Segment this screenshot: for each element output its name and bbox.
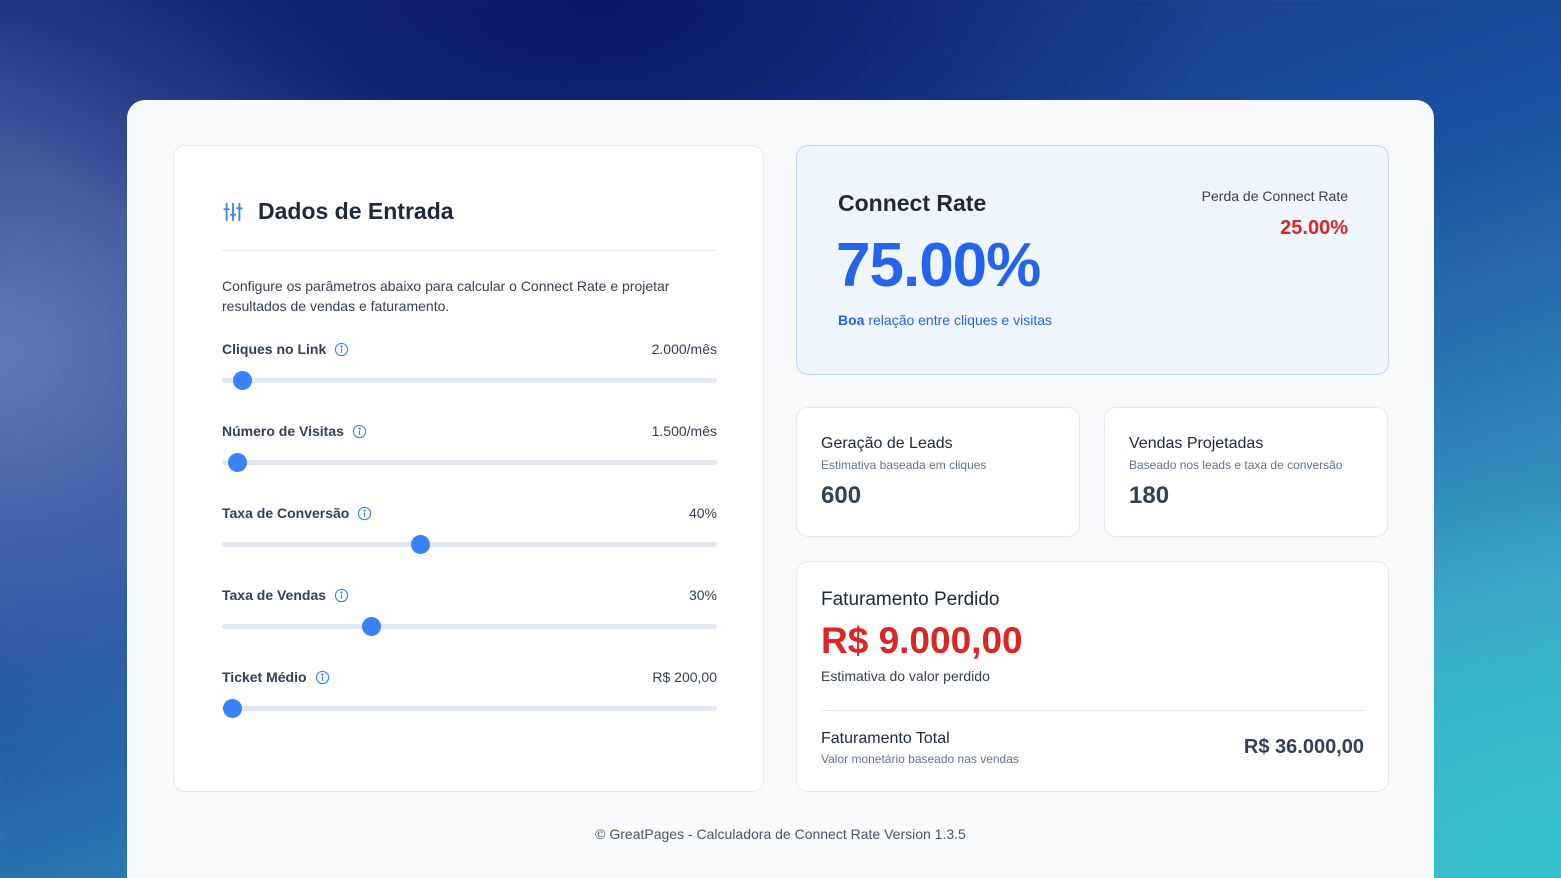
field-value: R$ 200,00 — [652, 669, 717, 685]
loss-label: Perda de Connect Rate — [1201, 188, 1348, 204]
input-description: Configure os parâmetros abaixo para calc… — [222, 278, 670, 314]
input-header: Dados de Entrada — [222, 198, 454, 225]
sliders-icon — [223, 202, 243, 221]
field-label: Número de Visitas — [222, 423, 344, 439]
connect-rate-title: Connect Rate — [838, 190, 987, 216]
field-ticket: Ticket Médio R$ 200,00 — [222, 669, 717, 729]
slider-thumb[interactable] — [227, 453, 247, 472]
calculator-card: Dados de Entrada Configure os parâmetros… — [127, 100, 1434, 878]
field-visitas: Número de Visitas 1.500/mês — [222, 423, 717, 483]
slider-thumb[interactable] — [232, 371, 252, 390]
leads-title: Geração de Leads — [821, 435, 953, 452]
slider-thumb[interactable] — [222, 699, 242, 718]
lost-revenue-title: Faturamento Perdido — [821, 589, 1000, 610]
field-vendas: Taxa de Vendas 30% — [222, 587, 717, 647]
info-icon[interactable] — [315, 670, 330, 685]
sales-title: Vendas Projetadas — [1129, 435, 1264, 452]
lost-revenue-value: R$ 9.000,00 — [821, 620, 1023, 661]
slider-thumb[interactable] — [411, 535, 430, 554]
connect-rate-value: 75.00% — [836, 231, 1041, 300]
total-revenue-subtitle: Valor monetário baseado nas vendas — [821, 752, 1019, 766]
slider-track[interactable] — [222, 378, 717, 383]
sales-panel: Vendas Projetadas Baseado nos leads e ta… — [1104, 407, 1388, 537]
field-value: 2.000/mês — [651, 341, 717, 357]
info-icon[interactable] — [357, 506, 372, 521]
field-value: 40% — [688, 505, 717, 521]
loss-value: 25.00% — [1280, 217, 1348, 239]
info-icon[interactable] — [334, 342, 349, 357]
leads-subtitle: Estimativa baseada em cliques — [821, 458, 987, 472]
input-panel: Dados de Entrada Configure os parâmetros… — [173, 145, 764, 792]
leads-value: 600 — [821, 482, 862, 509]
slider-track[interactable] — [222, 706, 717, 711]
leads-panel: Geração de Leads Estimativa baseada em c… — [796, 407, 1080, 537]
note-rest: relação entre cliques e visitas — [868, 312, 1052, 328]
total-revenue-value: R$ 36.000,00 — [1243, 736, 1364, 758]
field-cliques: Cliques no Link 2.000/mês — [222, 341, 717, 401]
field-value: 30% — [688, 587, 717, 603]
sales-subtitle: Baseado nos leads e taxa de conversão — [1129, 458, 1343, 472]
revenue-divider — [821, 710, 1364, 711]
header-divider — [222, 250, 715, 251]
connect-rate-note: Boa relação entre cliques e visitas — [838, 312, 1052, 328]
lost-revenue-subtitle: Estimativa do valor perdido — [821, 668, 990, 684]
slider-track[interactable] — [222, 542, 717, 547]
field-conversao: Taxa de Conversão 40% — [222, 505, 717, 565]
info-icon[interactable] — [334, 588, 349, 603]
info-icon[interactable] — [352, 424, 367, 439]
connect-rate-panel: Connect Rate 75.00% Boa relação entre cl… — [796, 145, 1389, 375]
field-label: Taxa de Conversão — [222, 505, 350, 521]
field-label: Ticket Médio — [222, 669, 307, 685]
note-strong: Boa — [838, 312, 865, 328]
sales-value: 180 — [1129, 482, 1170, 509]
field-label: Taxa de Vendas — [222, 587, 327, 603]
field-label: Cliques no Link — [222, 341, 327, 357]
slider-track[interactable] — [222, 460, 717, 465]
slider-thumb[interactable] — [361, 617, 381, 636]
field-value: 1.500/mês — [651, 423, 717, 439]
revenue-panel: Faturamento Perdido R$ 9.000,00 Estimati… — [796, 561, 1389, 792]
slider-track[interactable] — [222, 624, 717, 629]
input-title: Dados de Entrada — [258, 198, 454, 224]
total-revenue-title: Faturamento Total — [821, 730, 950, 747]
footer-text: © GreatPages - Calculadora de Connect Ra… — [595, 826, 966, 842]
